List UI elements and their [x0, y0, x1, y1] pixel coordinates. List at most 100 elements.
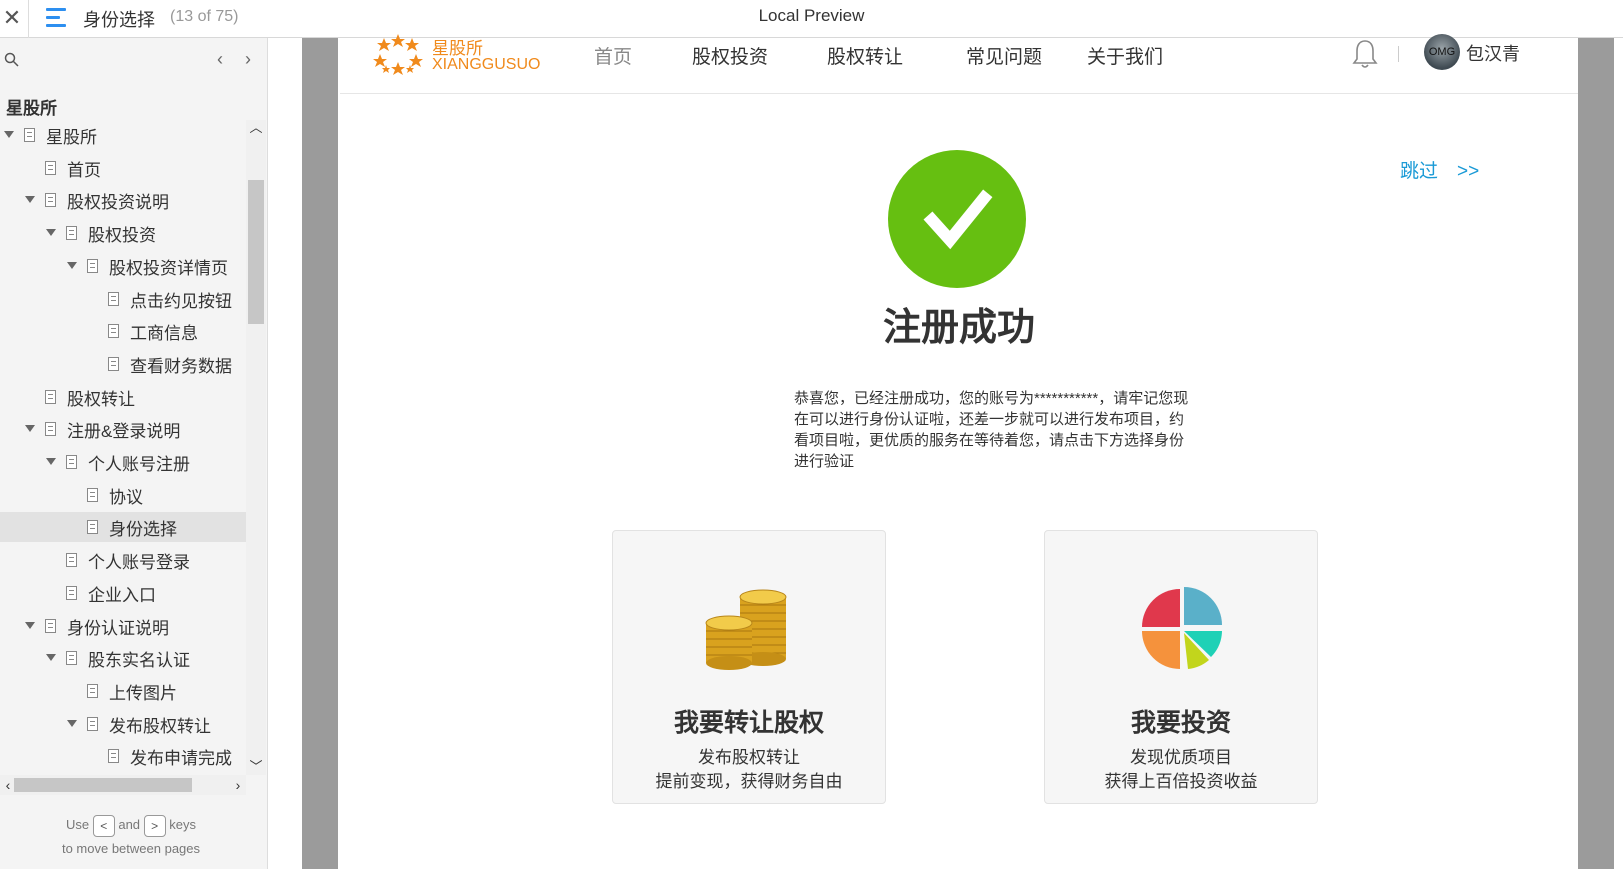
- username[interactable]: 包汉青: [1466, 40, 1520, 66]
- sidebar-item-label: 身份选择: [109, 520, 177, 540]
- divider: [28, 0, 29, 38]
- sidebar-item[interactable]: 点击约见按钮: [0, 284, 246, 314]
- preview-title: Local Preview: [758, 6, 865, 25]
- close-icon[interactable]: ✕: [2, 4, 22, 32]
- sidebar-item-label: 身份认证说明: [67, 618, 169, 638]
- sidebar-item[interactable]: 协议: [0, 480, 246, 510]
- expand-arrow-icon[interactable]: [25, 621, 35, 629]
- sidebar-item[interactable]: 个人账号登录: [0, 545, 246, 575]
- star-logo-icon: [373, 34, 423, 75]
- sidebar-item-label: 股权投资说明: [67, 193, 169, 213]
- sidebar-item[interactable]: 身份选择: [0, 512, 246, 543]
- bell-icon[interactable]: [1350, 38, 1380, 70]
- nav-equity-investment[interactable]: 股权投资: [692, 42, 768, 69]
- right-key-icon: >: [143, 814, 166, 837]
- expand-arrow-icon[interactable]: [25, 196, 35, 204]
- sidebar-item[interactable]: 发布股权转让: [0, 709, 246, 739]
- sidebar-item[interactable]: 工商信息: [0, 316, 246, 346]
- sidebar-item-label: 点击约见按钮: [130, 291, 232, 311]
- divider: [1398, 46, 1399, 62]
- sidebar-item[interactable]: 股权投资: [0, 218, 246, 248]
- skip-link[interactable]: 跳过 >>: [1400, 156, 1479, 183]
- horizontal-scrollbar[interactable]: ‹ ›: [0, 775, 246, 795]
- expand-arrow-icon[interactable]: [67, 719, 77, 727]
- next-page-button[interactable]: ›: [238, 48, 258, 70]
- page-icon: [66, 651, 77, 666]
- canvas-margin: [1578, 38, 1614, 869]
- sidebar-item-label: 注册&登录说明: [67, 422, 181, 442]
- sidebar-item[interactable]: 发布申请完成: [0, 741, 246, 771]
- card-subtitle: 发布股权转让: [698, 748, 800, 767]
- menu-icon[interactable]: [46, 8, 68, 28]
- sidebar-item[interactable]: 股权投资说明: [0, 185, 246, 215]
- scrollbar-thumb[interactable]: [248, 180, 264, 324]
- sidebar-item[interactable]: 企业入口: [0, 578, 246, 608]
- expand-arrow-icon[interactable]: [4, 131, 14, 138]
- sidebar-item-label: 股权转让: [67, 389, 135, 409]
- scrollbar-thumb[interactable]: [14, 778, 192, 792]
- page-icon: [45, 422, 56, 437]
- sidebar-item[interactable]: 星股所: [0, 120, 246, 150]
- nav-equity-transfer[interactable]: 股权转让: [827, 42, 903, 69]
- prev-page-button[interactable]: ‹: [210, 48, 230, 70]
- card-subtitle: 获得上百倍投资收益: [1104, 772, 1258, 791]
- sidebar-item[interactable]: 个人账号注册: [0, 447, 246, 477]
- sidebar-item[interactable]: 身份认证说明: [0, 611, 246, 641]
- sidebar-item-label: 查看财务数据: [130, 356, 232, 376]
- canvas-margin: [302, 38, 338, 869]
- expand-arrow-icon[interactable]: [46, 229, 56, 237]
- card-title: 我要投资: [1130, 708, 1231, 737]
- sidebar-item-label: 股东实名认证: [88, 651, 190, 671]
- sidebar-item[interactable]: 注册&登录说明: [0, 414, 246, 444]
- sidebar-item[interactable]: 查看财务数据: [0, 349, 246, 379]
- page-icon: [87, 487, 98, 502]
- sidebar-item-label: 上传图片: [109, 683, 177, 703]
- sidebar: ‹ › 星股所 星股所 首页 股权投资说明 股权投资 股权投资详情页 点击约见按钮 工商信息…: [0, 38, 268, 869]
- page-icon: [66, 455, 77, 469]
- sidebar-item-label: 企业入口: [88, 585, 156, 605]
- nav-about-us[interactable]: 关于我们: [1087, 42, 1163, 69]
- sidebar-item-label: 星股所: [46, 128, 97, 147]
- page-icon: [45, 160, 56, 175]
- avatar[interactable]: OMG: [1424, 34, 1460, 70]
- success-message: 恭喜您，已经注册成功，您的账号为***********，请牢记您现在可以进行身份…: [794, 390, 1189, 470]
- sidebar-item[interactable]: 股东实名认证: [0, 643, 246, 673]
- success-check-icon: [888, 150, 1026, 288]
- expand-arrow-icon[interactable]: [25, 425, 35, 433]
- page-icon: [66, 585, 77, 600]
- nav-faq[interactable]: 常见问题: [966, 42, 1042, 69]
- logo-name-en: XIANGGUSUO: [432, 56, 541, 73]
- page-icon: [87, 520, 98, 535]
- page-title: 身份选择: [83, 10, 155, 30]
- search-icon[interactable]: [4, 52, 20, 68]
- expand-arrow-icon[interactable]: [46, 654, 56, 662]
- page-icon: [108, 356, 119, 371]
- scroll-right-icon[interactable]: ›: [230, 775, 246, 795]
- page-icon: [66, 226, 77, 241]
- sidebar-item-label: 个人账号注册: [88, 455, 190, 474]
- success-title: 注册成功: [882, 305, 1035, 349]
- left-key-icon: <: [92, 814, 115, 837]
- site-header: 星股所 XIANGGUSUO 首页 股权投资 股权转让 常见问题 关于我们 OM…: [340, 34, 1578, 94]
- sidebar-item-label: 个人账号登录: [88, 553, 190, 573]
- scroll-down-icon[interactable]: ﹀: [246, 759, 266, 775]
- expand-arrow-icon[interactable]: [67, 261, 77, 269]
- sidebar-item[interactable]: 股权投资详情页: [0, 251, 246, 281]
- sidebar-item[interactable]: 首页: [0, 153, 246, 183]
- page-icon: [87, 716, 98, 731]
- page-icon: [45, 618, 56, 633]
- card-subtitle: 发现优质项目: [1130, 748, 1232, 767]
- pie-chart-icon: [1142, 587, 1222, 669]
- sidebar-item-label: 发布申请完成: [130, 749, 232, 769]
- expand-arrow-icon[interactable]: [46, 458, 56, 465]
- page-icon: [45, 193, 56, 208]
- sidebar-item-label: 股权投资详情页: [109, 258, 228, 278]
- invest-card[interactable]: 我要投资 发现优质项目 获得上百倍投资收益: [1044, 530, 1318, 804]
- sidebar-item[interactable]: 股权转让: [0, 382, 246, 412]
- card-subtitle: 提前变现，获得财务自由: [655, 772, 843, 791]
- nav-home[interactable]: 首页: [594, 42, 632, 69]
- transfer-equity-card[interactable]: 我要转让股权 发布股权转让 提前变现，获得财务自由: [612, 530, 886, 804]
- vertical-scrollbar[interactable]: ︿ ﹀: [246, 120, 266, 775]
- scroll-up-icon[interactable]: ︿: [246, 120, 266, 136]
- sidebar-item[interactable]: 上传图片: [0, 676, 246, 706]
